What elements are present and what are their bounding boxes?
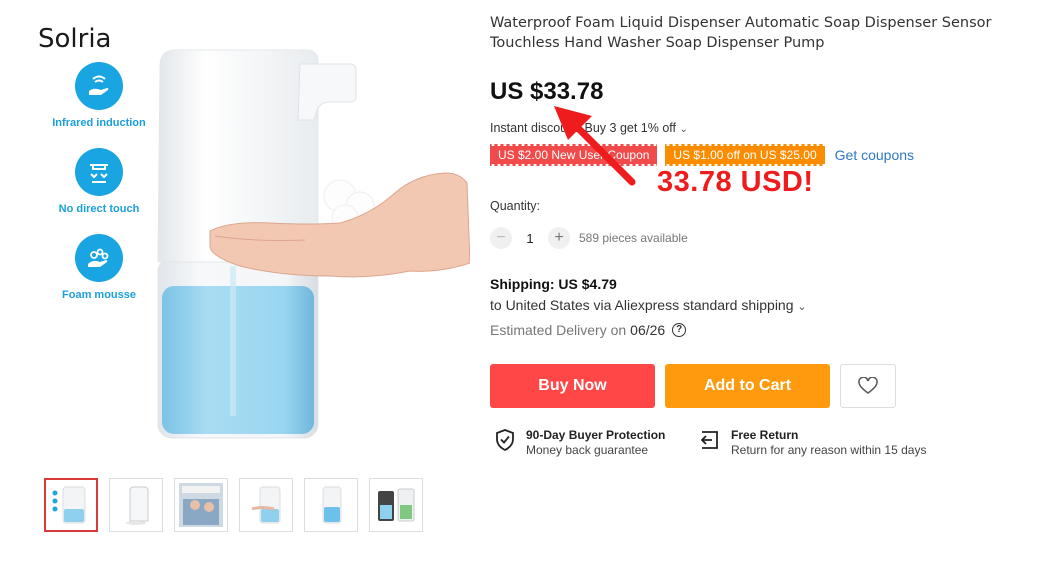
buyer-protection-sub: Money back guarantee: [526, 443, 649, 457]
estimated-delivery: Estimated Delivery on 06/26 ?: [490, 322, 687, 338]
shipping-price: Shipping: US $4.79: [490, 276, 617, 292]
chevron-down-icon: ⌄: [679, 124, 688, 135]
free-return-title: Free Return: [731, 428, 799, 442]
price-annotation: 33.78 USD!: [657, 166, 814, 198]
thumbnail-5[interactable]: [304, 478, 358, 532]
infrared-icon: [75, 62, 123, 110]
feature-label: No direct touch: [58, 203, 140, 215]
thumbnail-1[interactable]: [44, 478, 98, 532]
coupon-store[interactable]: US $1.00 off on US $25.00: [665, 144, 825, 166]
feature-no-touch: No direct touch: [44, 148, 154, 215]
buyer-protection-title: 90-Day Buyer Protection: [526, 428, 666, 442]
no-touch-icon: [75, 148, 123, 196]
quantity-stepper: − + 589 pieces available: [490, 227, 688, 249]
free-return-sub: Return for any reason within 15 days: [731, 443, 927, 457]
quantity-input[interactable]: [512, 230, 548, 246]
brand-logo: Solria: [38, 24, 112, 54]
shield-check-icon: [496, 429, 514, 452]
estimated-delivery-label: Estimated Delivery on: [490, 322, 627, 338]
add-to-cart-button[interactable]: Add to Cart: [665, 364, 830, 408]
feature-label: Infrared induction: [52, 117, 146, 129]
feature-infrared: Infrared induction: [44, 62, 154, 129]
return-icon: [700, 431, 718, 449]
shipping-method[interactable]: to United States via Aliexpress standard…: [490, 297, 807, 313]
wishlist-button[interactable]: [840, 364, 896, 408]
quantity-decrease-button[interactable]: −: [490, 227, 512, 249]
product-gallery: Solria Infrared induction No direct touc…: [0, 0, 470, 532]
thumbnail-4[interactable]: [239, 478, 293, 532]
shipping-method-label: to United States via Aliexpress standard…: [490, 297, 794, 313]
red-arrow-icon: [554, 106, 636, 186]
thumbnail-2[interactable]: [109, 478, 163, 532]
buy-now-button[interactable]: Buy Now: [490, 364, 655, 408]
product-title: Waterproof Foam Liquid Dispenser Automat…: [490, 15, 992, 51]
get-coupons-link[interactable]: Get coupons: [835, 147, 914, 163]
thumbnail-3[interactable]: [174, 478, 228, 532]
thumbnail-strip: [44, 478, 423, 532]
quantity-increase-button[interactable]: +: [548, 227, 570, 249]
free-return: Free Return Return for any reason within…: [697, 428, 926, 457]
estimated-delivery-date: 06/26: [630, 322, 666, 338]
heart-icon: [858, 377, 878, 394]
foam-icon: [75, 234, 123, 282]
pieces-available: 589 pieces available: [579, 231, 688, 245]
buyer-protection: 90-Day Buyer Protection Money back guara…: [494, 428, 665, 457]
quantity-label: Quantity:: [490, 199, 541, 213]
feature-label: Foam mousse: [62, 289, 136, 301]
product-image[interactable]: [150, 36, 470, 446]
help-icon[interactable]: ?: [672, 323, 687, 337]
feature-foam: Foam mousse: [44, 234, 154, 301]
thumbnail-6[interactable]: [369, 478, 423, 532]
chevron-down-icon: ⌄: [797, 301, 807, 313]
